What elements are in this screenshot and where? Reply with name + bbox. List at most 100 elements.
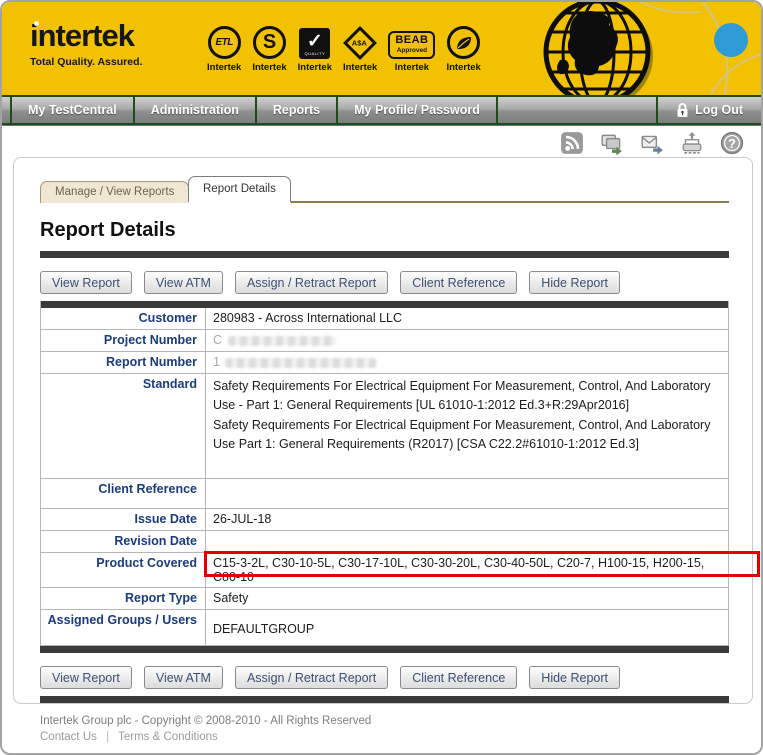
tab-manage-view-reports[interactable]: Manage / View Reports	[40, 181, 190, 203]
testcentral-page: intertek Total Quality. Assured. ETL Int…	[0, 0, 763, 755]
nav-spacer	[2, 97, 10, 123]
field-label: Report Type	[41, 588, 206, 609]
field-label: Standard	[41, 374, 206, 478]
redacted-visible-char: 1	[213, 355, 220, 369]
table-top-bar	[41, 301, 728, 308]
footer-links: Contact Us | Terms & Conditions	[40, 731, 371, 743]
s-mark-badge: S Intertek	[252, 26, 287, 73]
table-row-assigned-groups-users: Assigned Groups / Users DEFAULTGROUP	[41, 610, 728, 646]
table-row-standard: Standard Safety Requirements For Electri…	[41, 374, 728, 479]
header-banner: intertek Total Quality. Assured. ETL Int…	[2, 2, 761, 95]
field-value: 1	[206, 352, 728, 373]
quick-actions-toolbar: ?	[560, 131, 744, 155]
field-value: 280983 - Across International LLC	[213, 311, 403, 325]
etl-badge: ETL Intertek	[207, 26, 241, 73]
field-label: Revision Date	[41, 531, 206, 552]
blue-node-decoration	[714, 23, 748, 57]
footer-link-separator: |	[106, 731, 110, 743]
logo-tagline: Total Quality. Assured.	[30, 56, 143, 68]
copyright-text: Intertek Group plc - Copyright © 2008-20…	[40, 715, 372, 727]
table-row-report-type: Report Type Safety	[41, 588, 728, 610]
quality-check-badge: ✓ QUALITY Intertek	[298, 28, 332, 73]
action-buttons-bottom: View Report View ATM Assign / Retract Re…	[40, 666, 752, 689]
field-label: Assigned Groups / Users	[41, 610, 206, 645]
nav-filler	[495, 97, 657, 123]
table-row-client-reference: Client Reference	[41, 479, 728, 509]
hide-report-button[interactable]: Hide Report	[529, 666, 620, 689]
field-value: Safety Requirements For Electrical Equip…	[206, 374, 728, 478]
page-footer: Intertek Group plc - Copyright © 2008-20…	[40, 715, 371, 743]
terms-conditions-link[interactable]: Terms & Conditions	[118, 731, 218, 743]
view-report-button[interactable]: View Report	[40, 666, 132, 689]
content-panel: Manage / View Reports Report Details Rep…	[13, 157, 760, 704]
field-value	[206, 531, 728, 552]
assign-retract-report-button[interactable]: Assign / Retract Report	[234, 666, 389, 689]
logout-button[interactable]: Log Out	[656, 97, 761, 123]
divider-bar-mid	[40, 646, 729, 653]
s-mark-icon: S	[252, 26, 286, 59]
view-atm-button[interactable]: View ATM	[143, 271, 223, 294]
view-atm-button[interactable]: View ATM	[143, 666, 223, 689]
main-navigation: My TestCentral Administration Reports My…	[2, 95, 761, 126]
export-images-icon[interactable]	[600, 131, 624, 155]
page-title: Report Details	[40, 219, 176, 241]
view-report-button[interactable]: View Report	[40, 271, 132, 294]
divider-bar-bottom	[40, 696, 729, 703]
help-icon[interactable]: ?	[720, 131, 744, 155]
field-label: Report Number	[41, 352, 206, 373]
leaf-mark-icon	[447, 26, 481, 59]
redacted-visible-char: C	[213, 333, 223, 347]
client-reference-button[interactable]: Client Reference	[400, 271, 518, 294]
nav-item-my-testcentral[interactable]: My TestCentral	[10, 97, 133, 123]
table-row-project-number: Project Number C	[41, 330, 728, 352]
table-row-customer: Customer 280983 - Across International L…	[41, 308, 728, 330]
client-reference-button[interactable]: Client Reference	[400, 666, 518, 689]
asta-badge: A$A Intertek	[343, 25, 378, 73]
logo-i-dot	[34, 21, 39, 26]
tab-strip: Manage / View Reports Report Details	[40, 176, 729, 203]
intertek-logo: intertek Total Quality. Assured.	[30, 18, 142, 68]
table-row-revision-date: Revision Date	[41, 531, 728, 553]
field-label: Product Covered	[41, 553, 206, 587]
nav-item-administration[interactable]: Administration	[132, 97, 255, 123]
table-row-report-number: Report Number 1	[41, 352, 728, 374]
table-row-product-covered: Product Covered C15-3-2L, C30-10-5L, C30…	[41, 551, 760, 588]
field-value: C	[206, 330, 728, 351]
intertek-logo-text: intertek	[30, 18, 135, 53]
redacted-value	[225, 357, 378, 368]
quality-check-mark-icon: ✓ QUALITY	[299, 28, 331, 59]
standard-line-1: Safety Requirements For Electrical Equip…	[213, 379, 711, 413]
redacted-value	[227, 335, 336, 346]
field-value: 26-JUL-18	[213, 512, 272, 526]
table-row-issue-date: Issue Date 26-JUL-18	[41, 509, 728, 531]
standard-line-2: Safety Requirements For Electrical Equip…	[213, 417, 711, 452]
tab-report-details[interactable]: Report Details	[188, 176, 291, 203]
beab-mark-icon: BEAB Approved	[388, 31, 436, 59]
field-value: C15-3-2L, C30-10-5L, C30-17-10L, C30-30-…	[213, 556, 705, 584]
field-value	[206, 479, 728, 508]
certification-badges: ETL Intertek S Intertek ✓ QUALITY Intert…	[207, 25, 481, 73]
divider-bar-top	[40, 251, 729, 258]
action-buttons-top: View Report View ATM Assign / Retract Re…	[40, 271, 752, 294]
nav-item-reports[interactable]: Reports	[254, 97, 337, 123]
assign-retract-report-button[interactable]: Assign / Retract Report	[234, 271, 389, 294]
nav-item-my-profile-password[interactable]: My Profile/ Password	[336, 97, 496, 123]
print-icon[interactable]	[680, 131, 704, 155]
contact-us-link[interactable]: Contact Us	[40, 731, 97, 743]
report-details-table: Customer 280983 - Across International L…	[40, 301, 760, 646]
lock-icon	[677, 103, 688, 117]
field-label: Customer	[41, 308, 206, 329]
globe-icon	[543, 2, 653, 95]
rss-icon[interactable]	[560, 131, 584, 155]
field-value: Safety	[213, 591, 249, 605]
field-label: Client Reference	[41, 479, 206, 508]
hide-report-button[interactable]: Hide Report	[529, 271, 620, 294]
svg-text:?: ?	[728, 136, 736, 151]
field-value: DEFAULTGROUP	[213, 622, 315, 636]
beab-badge: BEAB Approved Intertek	[388, 31, 436, 73]
etl-mark-icon: ETL	[207, 26, 241, 59]
leaf-badge: Intertek	[446, 26, 481, 73]
field-label: Project Number	[41, 330, 206, 351]
forward-mail-icon[interactable]	[640, 131, 664, 155]
asta-diamond-mark-icon: A$A	[343, 25, 378, 60]
